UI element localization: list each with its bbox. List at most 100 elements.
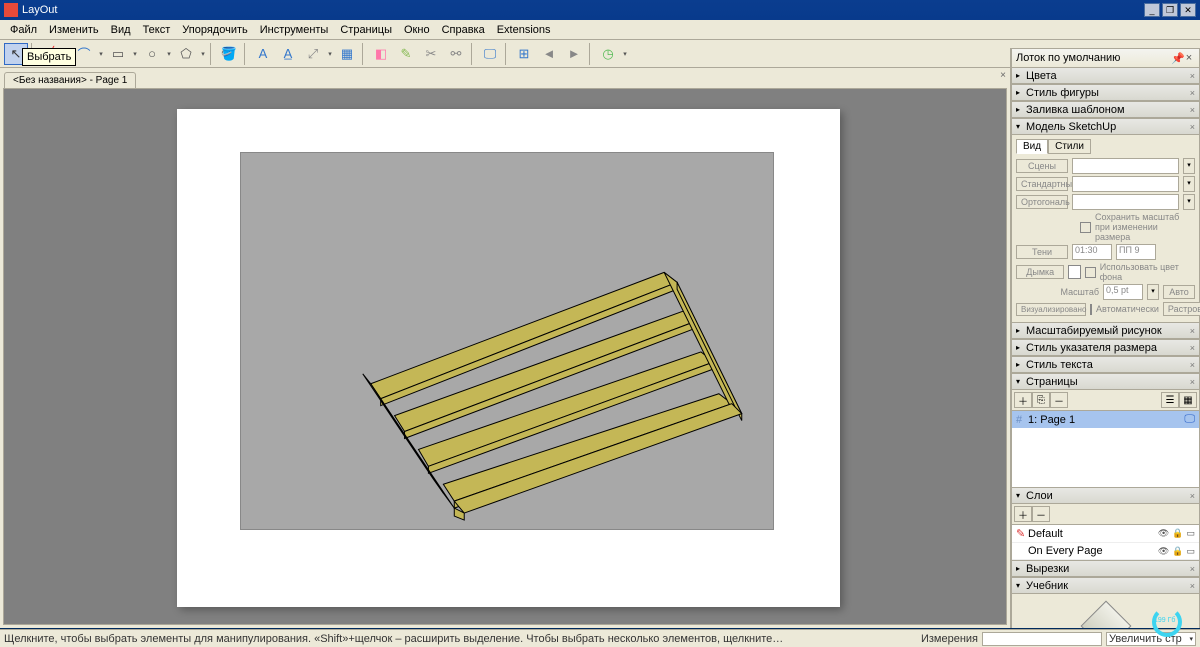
status-hint: Щелкните, чтобы выбрать элементы для ман… (4, 633, 784, 645)
panel-close-icon[interactable]: × (1190, 71, 1195, 81)
menubar: ФайлИзменитьВидТекстУпорядочитьИнструмен… (0, 20, 1200, 40)
pages-grid-view-button[interactable]: ▦ (1179, 392, 1197, 408)
fog-button[interactable]: Дымка (1016, 265, 1064, 279)
standard-combo[interactable] (1072, 176, 1179, 192)
extension-icon[interactable]: ◷ (596, 43, 620, 65)
label-icon[interactable]: A̲ (276, 43, 300, 65)
scenes-combo[interactable] (1072, 158, 1179, 174)
add-layer-button[interactable]: ＋ (1014, 506, 1032, 522)
polygon-icon-dropdown[interactable]: ▾ (199, 50, 207, 58)
shadows-button[interactable]: Тени (1016, 245, 1068, 259)
pin-icon[interactable]: 📌 (1171, 52, 1183, 65)
render-button[interactable]: Визуализировано (1016, 303, 1086, 316)
menu-файл[interactable]: Файл (4, 22, 43, 38)
preserve-scale-checkbox[interactable] (1080, 222, 1091, 233)
menu-вид[interactable]: Вид (105, 22, 137, 38)
rect-icon-dropdown[interactable]: ▾ (131, 50, 139, 58)
fog-color-swatch[interactable] (1068, 265, 1081, 279)
panel-sketchup-model: ▾Модель SketchUp× Вид Стили Сцены▾ Станд… (1011, 118, 1200, 323)
tab-view[interactable]: Вид (1016, 139, 1048, 154)
document-tab[interactable]: <Без названия> - Page 1 (4, 72, 136, 88)
remove-page-button[interactable]: － (1050, 392, 1068, 408)
scenes-button[interactable]: Сцены (1016, 159, 1068, 173)
split-icon[interactable]: ✂ (419, 43, 443, 65)
add-page-icon[interactable]: ⊞ (512, 43, 536, 65)
layer-toggle-icon[interactable]: 👁 (1158, 546, 1169, 557)
text-icon[interactable]: A (251, 43, 275, 65)
layer-toggle-icon[interactable]: 🔒 (1172, 528, 1183, 539)
duplicate-page-button[interactable]: ⎘ (1032, 392, 1050, 408)
tray: Лоток по умолчанию 📌 × ▸Цвета× ▸Стиль фи… (1010, 48, 1200, 628)
sketchup-viewport[interactable] (240, 152, 774, 530)
panel-text-style: ▸Стиль текста× (1011, 356, 1200, 374)
rect-icon[interactable]: ▭ (106, 43, 130, 65)
page-icon: # (1016, 414, 1028, 426)
tray-title-label: Лоток по умолчанию (1016, 52, 1120, 64)
layer-row[interactable]: ✎Default👁🔒▭ (1012, 525, 1199, 543)
circle-icon[interactable]: ○ (140, 43, 164, 65)
app-title: LayOut (22, 4, 57, 16)
standard-button[interactable]: Стандартные (1016, 177, 1068, 191)
raster-button[interactable]: Растров (1163, 302, 1200, 316)
menu-упорядочить[interactable]: Упорядочить (176, 22, 253, 38)
circle-icon-dropdown[interactable]: ▾ (165, 50, 173, 58)
present-icon[interactable]: 🖵 (1184, 413, 1195, 426)
remove-layer-button[interactable]: － (1032, 506, 1050, 522)
layer-toggle-icon[interactable]: 👁 (1158, 528, 1169, 539)
extension-icon-dropdown[interactable]: ▾ (621, 50, 629, 58)
canvas[interactable] (3, 88, 1007, 625)
ortho-combo[interactable] (1072, 194, 1179, 210)
menu-окно[interactable]: Окно (398, 22, 436, 38)
pages-list-view-button[interactable]: ☰ (1161, 392, 1179, 408)
table-icon[interactable]: ▦ (335, 43, 359, 65)
menu-текст[interactable]: Текст (137, 22, 177, 38)
layer-toggle-icon[interactable]: ▭ (1186, 528, 1195, 539)
next-page-icon[interactable]: ► (562, 43, 586, 65)
page-list-item[interactable]: # 1: Page 1 🖵 (1012, 411, 1199, 428)
join-icon[interactable]: ⚯ (444, 43, 468, 65)
titlebar: LayOut _ ❐ ✕ (0, 0, 1200, 20)
scale-auto-button[interactable]: Авто (1163, 285, 1195, 299)
fog-bg-checkbox[interactable] (1085, 267, 1095, 278)
scale-input[interactable]: 0,5 pt (1103, 284, 1143, 300)
menu-extensions[interactable]: Extensions (491, 22, 557, 38)
menu-инструменты[interactable]: Инструменты (254, 22, 335, 38)
menu-изменить[interactable]: Изменить (43, 22, 105, 38)
ortho-button[interactable]: Ортогональ (1016, 195, 1068, 209)
present-icon[interactable]: 🖵 (478, 43, 502, 65)
statusbar: Щелкните, чтобы выбрать элементы для ман… (0, 629, 1200, 647)
layer-toggle-icon[interactable]: ▭ (1186, 546, 1195, 557)
arc-icon-dropdown[interactable]: ▾ (97, 50, 105, 58)
measurements-input[interactable] (982, 632, 1102, 646)
page[interactable] (177, 109, 840, 607)
tab-styles[interactable]: Стили (1048, 139, 1091, 154)
layer-toggle-icon[interactable]: 🔒 (1172, 546, 1183, 557)
layer-row[interactable]: On Every Page👁🔒▭ (1012, 543, 1199, 560)
zoom-combo[interactable]: Увеличить стр▾ (1106, 632, 1196, 646)
document-tabs: <Без названия> - Page 1 × (0, 68, 1010, 88)
style-icon[interactable]: ✎ (394, 43, 418, 65)
auto-render-checkbox[interactable] (1090, 304, 1092, 315)
shadow-date[interactable]: ПП 9 (1116, 244, 1156, 260)
add-page-button[interactable]: ＋ (1014, 392, 1032, 408)
polygon-icon[interactable]: ⬠ (174, 43, 198, 65)
menu-страницы[interactable]: Страницы (334, 22, 398, 38)
tab-close-icon[interactable]: × (1000, 70, 1006, 81)
eraser-icon[interactable]: ◧ (369, 43, 393, 65)
dimension-icon[interactable]: ⤢ (301, 43, 325, 65)
measurements-label: Измерения (921, 633, 978, 645)
panel-colors: ▸Цвета× (1011, 67, 1200, 85)
prev-page-icon[interactable]: ◄ (537, 43, 561, 65)
maximize-button[interactable]: ❐ (1162, 3, 1178, 17)
tooltip: Выбрать (22, 48, 76, 66)
bucket-icon[interactable]: 🪣 (217, 43, 241, 65)
disk-usage-indicator: 199 Гб (1152, 607, 1182, 637)
panel-pattern-fill: ▸Заливка шаблоном× (1011, 101, 1200, 119)
close-button[interactable]: ✕ (1180, 3, 1196, 17)
tray-close-icon[interactable]: × (1183, 52, 1195, 64)
dimension-icon-dropdown[interactable]: ▾ (326, 50, 334, 58)
menu-справка[interactable]: Справка (436, 22, 491, 38)
tray-title[interactable]: Лоток по умолчанию 📌 × (1011, 48, 1200, 68)
shadow-time[interactable]: 01:30 (1072, 244, 1112, 260)
minimize-button[interactable]: _ (1144, 3, 1160, 17)
